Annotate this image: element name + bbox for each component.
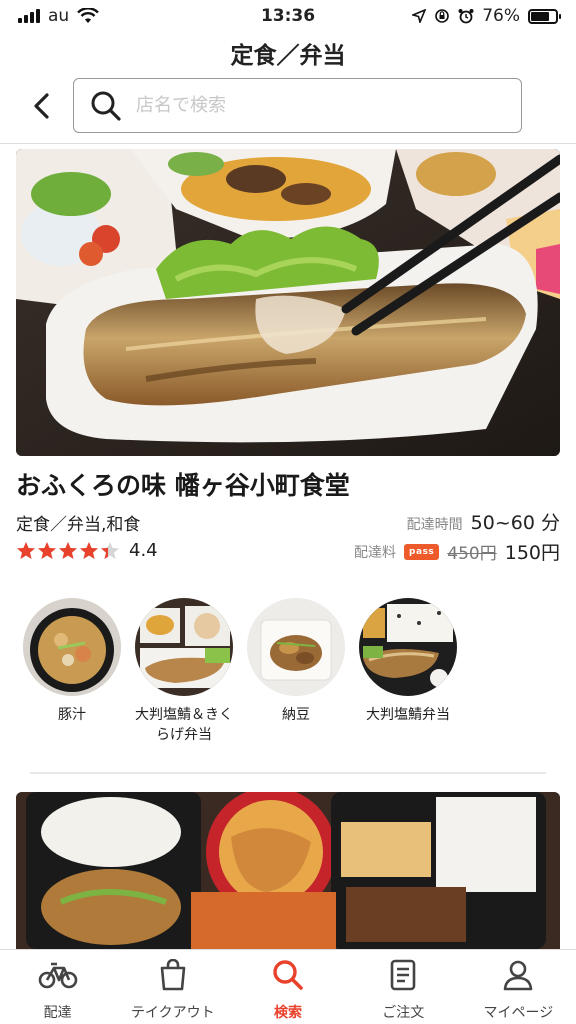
- tab-label: マイページ: [483, 1005, 554, 1021]
- dish-name: 納豆: [282, 707, 310, 723]
- back-button[interactable]: [24, 88, 60, 124]
- rating: 4.4: [16, 540, 158, 561]
- delivery-fee: 配達料 pass 450円 150円: [354, 538, 560, 565]
- battery-icon: [528, 8, 561, 24]
- page-title: 定食／弁当: [230, 43, 346, 69]
- search-icon: [91, 91, 121, 121]
- star-icon: [80, 541, 98, 559]
- tab-label: 配達: [43, 1005, 72, 1021]
- star-rating: [16, 541, 120, 561]
- location-arrow-icon: [412, 9, 427, 23]
- tab-bar: 配達 テイクアウト 検索 ご注文 マイページ: [0, 949, 576, 1024]
- search-icon: [268, 958, 308, 992]
- chevron-left-icon: [34, 93, 49, 119]
- bag-icon: [153, 958, 193, 992]
- rating-value: 4.4: [129, 540, 158, 561]
- status-left: au: [18, 6, 100, 26]
- star-icon: [38, 541, 56, 559]
- dish-list: 豚汁 大判塩鯖＆きくらげ弁当 納豆 大判塩鯖弁当: [16, 598, 464, 745]
- restaurant-categories: 定食／弁当,和食: [16, 515, 141, 535]
- status-bar: au 13:36 76%: [0, 0, 576, 32]
- bento-assortment-photo: [16, 792, 560, 949]
- dish-name: 豚汁: [58, 707, 86, 723]
- dish-item-saba-bento[interactable]: 大判塩鯖弁当: [352, 598, 464, 745]
- delivery-fee-original: 450円: [447, 544, 497, 564]
- search-box[interactable]: [73, 78, 522, 133]
- restaurant-hero-image-2[interactable]: [16, 792, 560, 949]
- dish-item-natto[interactable]: 納豆: [240, 598, 352, 745]
- wifi-icon: [77, 8, 100, 23]
- tab-label: ご注文: [382, 1005, 425, 1021]
- delivery-fee-label: 配達料: [354, 544, 397, 561]
- tab-delivery[interactable]: 配達: [0, 950, 115, 1024]
- tab-label: 検索: [274, 1005, 302, 1021]
- delivery-time: 配達時間 50~60 分: [407, 508, 560, 535]
- dish-item-tonjiru[interactable]: 豚汁: [16, 598, 128, 745]
- pass-badge: pass: [404, 543, 440, 560]
- section-divider: [30, 772, 546, 774]
- delivery-fee-discounted: 150円: [504, 542, 560, 564]
- tab-label: テイクアウト: [130, 1005, 215, 1021]
- dish-name: 大判塩鯖弁当: [366, 707, 450, 723]
- star-icon: [59, 541, 77, 559]
- dish-image: [247, 598, 345, 696]
- delivery-time-label: 配達時間: [406, 517, 463, 533]
- battery-percent: 76%: [482, 6, 520, 26]
- dish-image: [359, 598, 457, 696]
- receipt-icon: [383, 958, 423, 992]
- restaurant-name[interactable]: おふくろの味 幡ヶ谷小町食堂: [16, 466, 350, 502]
- tab-takeout[interactable]: テイクアウト: [115, 950, 230, 1024]
- grilled-mackerel-photo: [16, 149, 560, 456]
- search-input[interactable]: [136, 95, 476, 116]
- star-icon: [17, 541, 35, 559]
- tab-orders[interactable]: ご注文: [346, 950, 461, 1024]
- dish-name: 大判塩鯖＆きくらげ弁当: [135, 707, 233, 743]
- delivery-time-value: 50~60 分: [470, 512, 560, 534]
- dish-image: [135, 598, 233, 696]
- divider: [0, 143, 576, 144]
- dish-image: [23, 598, 121, 696]
- orientation-lock-icon: [435, 9, 450, 23]
- tab-mypage[interactable]: マイページ: [461, 950, 576, 1024]
- dish-item-saba-kikurage[interactable]: 大判塩鯖＆きくらげ弁当: [128, 598, 240, 745]
- battery-level: [531, 11, 550, 21]
- person-icon: [498, 958, 538, 992]
- bicycle-icon: [38, 958, 78, 992]
- signal-icon: [18, 9, 40, 23]
- search-row: [0, 78, 576, 134]
- tab-search[interactable]: 検索: [230, 950, 345, 1024]
- star-icon: [101, 541, 119, 559]
- restaurant-hero-image[interactable]: [16, 149, 560, 456]
- carrier-label: au: [48, 6, 70, 26]
- alarm-icon: [458, 9, 474, 24]
- status-right: 76%: [412, 6, 561, 26]
